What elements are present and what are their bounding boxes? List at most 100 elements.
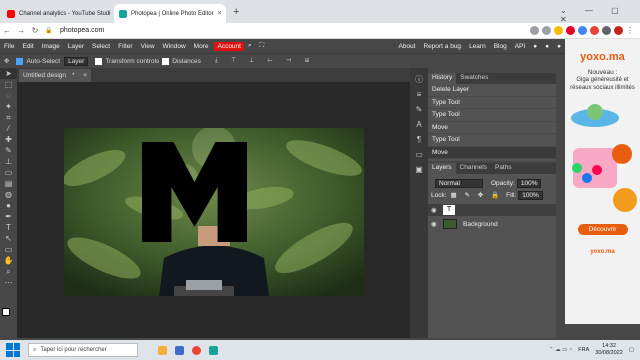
history-row[interactable]: Type Tool	[428, 109, 556, 122]
extension-icon[interactable]	[578, 26, 587, 35]
menu-edit[interactable]: Edit	[18, 43, 37, 50]
browser-tab-photopea[interactable]: Photopea | Online Photo Editor ×	[114, 4, 226, 23]
foreground-color-swatch[interactable]	[2, 308, 10, 316]
type-tool-icon[interactable]: T	[0, 222, 17, 233]
properties-icon[interactable]: ≡	[410, 89, 428, 100]
fill-input[interactable]: 100%	[518, 190, 543, 200]
tab-layers[interactable]: Layers	[428, 163, 456, 174]
share-icon[interactable]	[530, 26, 539, 35]
link-report-bug[interactable]: Report a bug	[419, 43, 465, 50]
extension-icon[interactable]	[554, 26, 563, 35]
history-row[interactable]: Move	[428, 146, 556, 159]
fullscreen-icon[interactable]: ⛶	[256, 42, 269, 50]
lock-icons[interactable]: ▦ ✎ ✥ 🔒	[451, 191, 503, 199]
menu-view[interactable]: View	[137, 43, 159, 50]
menu-layer[interactable]: Layer	[64, 43, 88, 50]
new-tab-button[interactable]: +	[233, 6, 239, 18]
paragraph-icon[interactable]: ¶	[410, 134, 428, 145]
hand-tool-icon[interactable]: ✋	[0, 255, 17, 266]
avatar[interactable]	[614, 26, 623, 35]
canvas-workspace[interactable]	[17, 82, 410, 338]
extension-icon[interactable]	[590, 26, 599, 35]
history-row[interactable]: Type Tool	[428, 134, 556, 147]
history-row[interactable]: Type Tool	[428, 97, 556, 109]
zoom-tool-icon[interactable]: ⌕	[0, 266, 17, 277]
layer-row[interactable]: ◉ T	[428, 204, 556, 216]
auto-select-dropdown[interactable]: Layer	[64, 56, 89, 66]
gradient-tool-icon[interactable]: ▤	[0, 178, 17, 189]
browser-tab-youtube[interactable]: Channel analytics - YouTube Studi ×	[2, 4, 112, 23]
puzzle-icon[interactable]	[602, 26, 611, 35]
css-icon[interactable]: ▭	[410, 149, 428, 160]
notification-icon[interactable]: ▢	[629, 347, 634, 353]
brush-tool-icon[interactable]: ✎	[0, 145, 17, 156]
tab-paths[interactable]: Paths	[491, 163, 516, 174]
pen-tool-icon[interactable]: ✒	[0, 211, 17, 222]
auto-select-checkbox[interactable]	[16, 57, 24, 65]
star-icon[interactable]	[542, 26, 551, 35]
document-tab[interactable]: Untitled design * ×	[19, 69, 91, 82]
task-view-icon[interactable]	[175, 345, 184, 355]
path-select-icon[interactable]: ↖	[0, 233, 17, 244]
ad-cta-button[interactable]: Découvrir	[577, 224, 628, 235]
tray-icons[interactable]: ⌃ ☁ ▭ ◔	[549, 347, 572, 353]
tab-history[interactable]: History	[428, 73, 457, 84]
image-icon[interactable]: ▣	[410, 164, 428, 175]
tab-swatches[interactable]: Swatches	[456, 73, 492, 84]
widgets-icon[interactable]	[158, 345, 167, 355]
language-indicator[interactable]: FRA	[578, 347, 589, 353]
marquee-tool-icon[interactable]: ⬚	[0, 79, 17, 90]
eraser-tool-icon[interactable]: ▭	[0, 167, 17, 178]
account-button[interactable]: Account	[214, 41, 244, 51]
history-row[interactable]: Move	[428, 122, 556, 134]
align-icons[interactable]: ⤓ ⊤ ⊥ ⊢ ⊣ ⊞	[215, 57, 315, 65]
close-icon[interactable]: ×	[214, 10, 222, 17]
menu-file[interactable]: File	[0, 43, 18, 50]
clock[interactable]: 14:32 30/08/2022	[595, 343, 623, 357]
clone-stamp-icon[interactable]: ⊥	[0, 156, 17, 167]
tab-channels[interactable]: Channels	[456, 163, 491, 174]
photopea-taskbar-icon[interactable]	[209, 345, 218, 355]
reload-icon[interactable]: ↻	[28, 26, 42, 35]
link-learn[interactable]: Learn	[465, 43, 490, 50]
opacity-input[interactable]: 100%	[516, 178, 542, 188]
lasso-tool-icon[interactable]: ◌	[0, 90, 17, 101]
blend-mode-dropdown[interactable]: Normal	[435, 178, 483, 188]
search-icon[interactable]: ⌕	[244, 42, 256, 50]
more-tools-icon[interactable]: ⋯	[0, 277, 17, 288]
distances-checkbox[interactable]	[162, 57, 170, 65]
facebook-icon[interactable]: ●	[553, 43, 565, 50]
window-controls[interactable]: ⌄ — ▢ ✕	[560, 6, 640, 24]
back-icon[interactable]: ←	[0, 26, 14, 35]
eye-icon[interactable]: ◉	[431, 206, 443, 214]
link-blog[interactable]: Blog	[490, 43, 511, 50]
transform-controls-checkbox[interactable]	[95, 57, 103, 65]
menu-select[interactable]: Select	[88, 43, 114, 50]
info-icon[interactable]: ⓘ	[410, 74, 428, 85]
document-canvas[interactable]	[64, 128, 364, 296]
url-field[interactable]: photopea.com	[60, 27, 104, 34]
close-icon[interactable]: ×	[111, 10, 112, 17]
history-row[interactable]: Delete Layer	[428, 84, 556, 97]
dodge-tool-icon[interactable]: ●	[0, 200, 17, 211]
menu-filter[interactable]: Filter	[114, 43, 136, 50]
link-about[interactable]: About	[394, 43, 419, 50]
close-icon[interactable]: ×	[83, 72, 87, 79]
windows-start-icon[interactable]	[6, 343, 20, 357]
chrome-icon[interactable]	[192, 345, 201, 355]
reddit-icon[interactable]: ●	[529, 43, 541, 50]
magic-wand-icon[interactable]: ✦	[0, 101, 17, 112]
crop-tool-icon[interactable]: ⌗	[0, 112, 17, 123]
healing-brush-icon[interactable]: ✚	[0, 134, 17, 145]
shape-tool-icon[interactable]: ▭	[0, 244, 17, 255]
menu-window[interactable]: Window	[159, 43, 190, 50]
taskbar-search-input[interactable]: ⌕ Taper ici pour rechercher	[28, 343, 138, 357]
eye-icon[interactable]: ◉	[431, 220, 443, 228]
twitter-icon[interactable]: ●	[541, 43, 553, 50]
layer-name[interactable]: Background	[463, 221, 498, 228]
menu-icon[interactable]: ⋮	[626, 26, 634, 35]
menu-more[interactable]: More	[190, 43, 213, 50]
menu-image[interactable]: Image	[38, 43, 64, 50]
move-tool-icon[interactable]: ➤	[0, 68, 17, 79]
pinterest-icon[interactable]	[566, 26, 575, 35]
